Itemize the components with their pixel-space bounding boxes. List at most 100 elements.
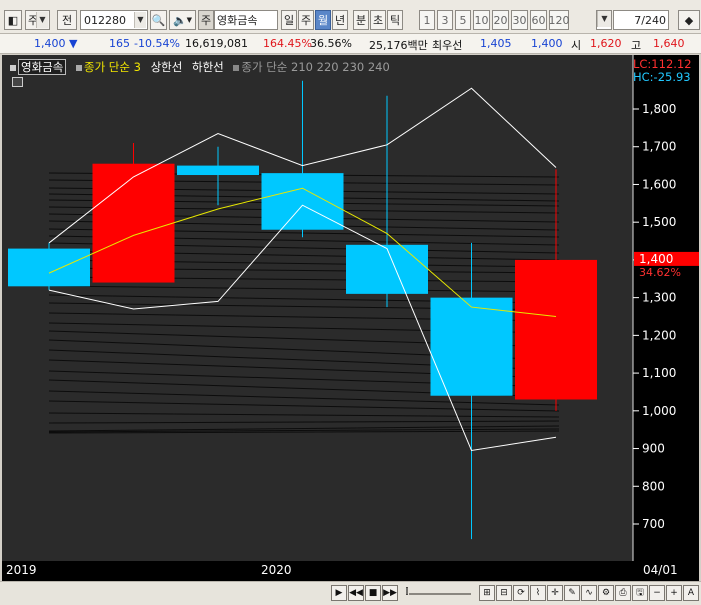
- minus-icon[interactable]: −: [649, 585, 665, 601]
- code-input[interactable]: 012280 ▼: [80, 10, 148, 30]
- tab-interval-120[interactable]: 120: [549, 10, 570, 30]
- y-tick-label: 1,100: [642, 366, 676, 380]
- search-icon[interactable]: 🔍: [150, 10, 167, 30]
- chevron-down-icon: ▼: [597, 11, 611, 27]
- open-label: 시: [571, 39, 582, 52]
- chart-legend: 영화금속 종가 단순 3 상한선 하한선 종가 단순 210 220 230 2…: [10, 59, 396, 75]
- settings-icon[interactable]: ⚙: [598, 585, 614, 601]
- y-tick-label: 1,600: [642, 177, 676, 191]
- period-selector[interactable]: 주 ▼: [25, 10, 50, 30]
- count-field[interactable]: 7/240: [613, 10, 669, 30]
- current-pct-tag-label: 34.62%: [639, 266, 681, 279]
- chart-navigation-bar: ▶ ◀◀ ■ ▶▶ ⫿ ⊞ ⊟ ⟳ ⌇ ✛ ✎ ∿ ⚙ ⎙ 🖫 − + A: [0, 581, 701, 605]
- legend-multi-ma[interactable]: 종가 단순 210 220 230 240: [241, 60, 389, 74]
- legend-marker: [10, 64, 16, 71]
- best-ask-label: 최우선: [432, 39, 463, 52]
- crosshair-icon[interactable]: ✛: [547, 585, 563, 601]
- chart-canvas[interactable]: 700 800 900 1,000 1,100 1,200 1,300 1,400 1,500 1…: [2, 55, 699, 561]
- fast-forward-icon[interactable]: ▶▶: [382, 585, 398, 601]
- code-value: 012280: [84, 13, 126, 27]
- x-axis: 2019 2020 04/01: [2, 561, 699, 581]
- legend-lower[interactable]: 하한선: [192, 59, 224, 75]
- zoom-icon[interactable]: ⊞: [479, 585, 495, 601]
- change-arrow-icon: ▼: [69, 37, 78, 50]
- best-ask: 1,405: [480, 37, 512, 50]
- x-label: 2020: [261, 563, 292, 577]
- chevron-down-icon: ▼: [36, 12, 48, 28]
- tab-interval-5[interactable]: 5: [455, 10, 471, 30]
- y-tick-label: 800: [642, 479, 665, 493]
- y-tick-label: 1,200: [642, 328, 676, 342]
- candle-down: [346, 244, 428, 294]
- current-price-tag-label: 1,400: [639, 252, 673, 266]
- count-total: /240: [641, 13, 666, 27]
- prev-button[interactable]: 전: [57, 10, 77, 30]
- print-icon[interactable]: ⎙: [615, 585, 631, 601]
- tab-period-3[interactable]: 월: [315, 10, 331, 30]
- candle-down: [8, 248, 90, 287]
- candle-up: [92, 163, 175, 283]
- current-price: 1,400: [34, 37, 66, 50]
- turnover: 36.56%: [310, 37, 352, 50]
- y-tick-label: 1,000: [642, 404, 676, 418]
- volume-ratio: 164.45%: [263, 37, 312, 50]
- tab-period-2[interactable]: 주: [298, 10, 314, 30]
- high-price: 1,640: [653, 37, 685, 50]
- lc-label: LC:112.12: [633, 57, 692, 71]
- range-slider-track[interactable]: [409, 593, 471, 595]
- amount: 25,176백만: [369, 39, 428, 52]
- plus-icon[interactable]: +: [666, 585, 682, 601]
- draw-icon[interactable]: ✎: [564, 585, 580, 601]
- reset-icon[interactable]: ⟳: [513, 585, 529, 601]
- legend-marker: [75, 64, 82, 71]
- tab-period-7[interactable]: 틱: [387, 10, 403, 30]
- scroll-arrows-icon[interactable]: ◆: [678, 10, 700, 30]
- legend-stock[interactable]: 영화금속: [18, 59, 67, 75]
- stock-name-field[interactable]: 영화금속: [214, 10, 278, 30]
- y-tick-label: 1,500: [642, 215, 676, 229]
- y-tick-label: 1,700: [642, 140, 676, 154]
- text-size-icon[interactable]: A: [683, 585, 699, 601]
- indicator-icon[interactable]: ∿: [581, 585, 597, 601]
- tab-period-5[interactable]: 분: [353, 10, 369, 30]
- table-icon[interactable]: [12, 77, 23, 87]
- best-bid: 1,400: [531, 37, 563, 50]
- change-pct: -10.54%: [134, 37, 180, 50]
- high-label: 고: [631, 39, 642, 52]
- chart-type-icon[interactable]: ⌇: [530, 585, 546, 601]
- stock-name: 영화금속: [217, 14, 258, 27]
- toolbar: ◧ 주 ▼ 전 012280 ▼ 🔍 🔈 ▼ 주 영화금속 ▼ 7/240 ◆ 일…: [0, 0, 701, 34]
- count-value: 7: [634, 13, 642, 27]
- tab-period-4[interactable]: 년: [332, 10, 348, 30]
- chart-menu-icon[interactable]: ◧: [4, 10, 22, 30]
- chevron-down-icon[interactable]: ▼: [134, 12, 146, 28]
- rewind-icon[interactable]: ◀◀: [348, 585, 364, 601]
- stop-icon[interactable]: ■: [365, 585, 381, 601]
- y-tick-label: 1,800: [642, 102, 676, 116]
- candle-up: [515, 259, 597, 400]
- hc-label: HC:-25.93: [633, 70, 691, 84]
- legend-ma[interactable]: 종가 단순 3: [84, 60, 141, 74]
- speaker-icon[interactable]: 🔈 ▼: [169, 10, 196, 30]
- x-label: 04/01: [643, 563, 678, 577]
- legend-upper[interactable]: 상한선: [151, 59, 183, 75]
- tab-interval-60[interactable]: 60: [530, 10, 547, 30]
- dropdown-small[interactable]: ▼: [596, 10, 612, 30]
- save-icon[interactable]: 🖫: [632, 585, 648, 601]
- volume: 16,619,081: [185, 37, 248, 50]
- quote-bar: 1,400 ▼ 165 -10.54% 16,619,081 164.45% 3…: [0, 34, 701, 54]
- x-label: 2019: [6, 563, 37, 577]
- candle-down: [261, 173, 344, 230]
- tab-interval-1[interactable]: 1: [419, 10, 435, 30]
- tab-interval-10[interactable]: 10: [473, 10, 490, 30]
- tab-period-6[interactable]: 초: [370, 10, 386, 30]
- zoom-out-icon[interactable]: ⊟: [496, 585, 512, 601]
- change-value: 165: [109, 37, 130, 50]
- tab-interval-20[interactable]: 20: [492, 10, 509, 30]
- y-tick-label: 1,300: [642, 291, 676, 305]
- tab-period-1[interactable]: 일: [281, 10, 297, 30]
- tab-interval-30[interactable]: 30: [511, 10, 528, 30]
- price-chart[interactable]: 700 800 900 1,000 1,100 1,200 1,300 1,400 1,500 1…: [2, 55, 699, 581]
- tab-interval-3[interactable]: 3: [437, 10, 453, 30]
- play-icon[interactable]: ▶: [331, 585, 347, 601]
